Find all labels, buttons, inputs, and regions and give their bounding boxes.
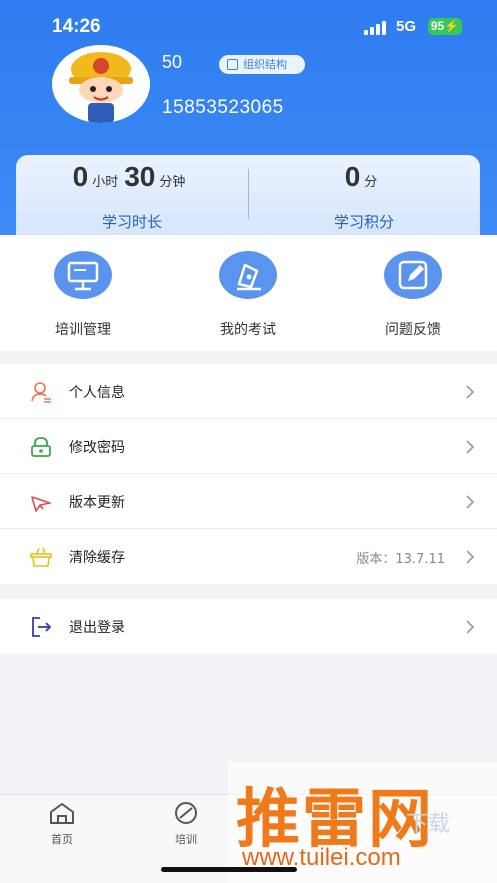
person-icon xyxy=(31,382,51,403)
study-time-stat[interactable]: 0 小时 30 分钟 学习时长 xyxy=(16,155,248,235)
quick-actions-panel: 培训管理 我的考试 问题反馈 xyxy=(0,235,497,351)
watermark-overlay: 推雷网 下载 www.tuilei.com xyxy=(228,762,497,883)
home-icon xyxy=(50,803,74,824)
lock-icon xyxy=(31,437,51,457)
hours-unit: 小时 xyxy=(92,175,119,190)
tab-home[interactable]: 首页 xyxy=(22,801,102,847)
stats-card: 0 小时 30 分钟 学习时长 0分 学习积分 xyxy=(16,155,480,235)
my-exam-button[interactable]: 我的考试 xyxy=(198,251,298,339)
menu-item-change-password[interactable]: 修改密码 xyxy=(0,419,497,474)
home-indicator xyxy=(161,867,297,872)
tab-training-label: 培训 xyxy=(175,833,197,846)
points-number: 0 xyxy=(344,161,361,192)
minutes-unit: 分钟 xyxy=(159,175,186,190)
org-structure-button[interactable]: 组织结构 xyxy=(219,55,305,74)
username: 50 xyxy=(162,52,183,72)
feedback-button[interactable]: 问题反馈 xyxy=(363,251,463,339)
phone-number: 15853523065 xyxy=(162,97,284,118)
menu-item-personal-info[interactable]: 个人信息 xyxy=(0,364,497,419)
points-unit: 分 xyxy=(364,175,378,190)
chevron-right-icon xyxy=(466,495,475,509)
compass-icon xyxy=(175,802,197,824)
study-hours: 0 xyxy=(72,161,89,192)
app-version-text: 版本：13.7.11 xyxy=(356,552,445,567)
rocket-icon xyxy=(31,496,51,512)
training-board-icon xyxy=(54,251,112,299)
menu-label-change-password: 修改密码 xyxy=(69,440,125,456)
logout-menu: 退出登录 xyxy=(0,599,497,654)
study-points-value: 0分 xyxy=(248,161,480,193)
battery-icon: 95⚡ xyxy=(428,18,462,35)
study-points-label: 学习积分 xyxy=(333,213,394,231)
network-type: 5G xyxy=(396,18,417,35)
training-management-label: 培训管理 xyxy=(55,322,111,338)
chevron-right-icon xyxy=(466,620,475,634)
feedback-label: 问题反馈 xyxy=(385,322,441,338)
menu-item-clear-cache[interactable]: 清除缓存 版本：13.7.11 xyxy=(0,529,497,584)
org-structure-label: 组织结构 xyxy=(243,58,287,71)
study-time-label: 学习时长 xyxy=(101,213,162,231)
logout-icon xyxy=(32,617,52,637)
tab-home-label: 首页 xyxy=(51,833,73,846)
my-exam-label: 我的考试 xyxy=(220,322,276,338)
menu-label-logout: 退出登录 xyxy=(69,620,125,636)
basket-icon xyxy=(30,547,52,567)
status-time: 14:26 xyxy=(52,16,101,37)
signal-icon xyxy=(364,21,388,35)
battery-level: 95 xyxy=(430,19,445,33)
chevron-right-icon xyxy=(466,385,475,399)
study-points-stat[interactable]: 0分 学习积分 xyxy=(248,155,480,235)
study-minutes: 30 xyxy=(124,161,156,192)
chevron-right-icon xyxy=(466,440,475,454)
menu-label-clear-cache: 清除缓存 xyxy=(69,550,125,566)
menu-label-version-update: 版本更新 xyxy=(69,495,125,511)
watermark-sub-text: 下载 xyxy=(406,812,451,837)
settings-menu: 个人信息 修改密码 版本更新 清除缓存 版本：13.7.11 xyxy=(0,364,497,584)
training-management-button[interactable]: 培训管理 xyxy=(33,251,133,339)
org-structure-icon xyxy=(227,59,238,70)
menu-item-version-update[interactable]: 版本更新 xyxy=(0,474,497,529)
status-bar: 14:26 5G 95⚡ xyxy=(0,0,497,50)
exam-pen-icon xyxy=(219,251,277,299)
menu-item-logout[interactable]: 退出登录 xyxy=(0,599,497,654)
feedback-edit-icon xyxy=(384,251,442,299)
menu-label-personal-info: 个人信息 xyxy=(69,385,125,401)
chevron-right-icon xyxy=(466,550,475,564)
avatar[interactable] xyxy=(52,45,150,123)
study-time-value: 0 小时 30 分钟 xyxy=(16,161,248,193)
tab-training[interactable]: 培训 xyxy=(146,801,226,847)
